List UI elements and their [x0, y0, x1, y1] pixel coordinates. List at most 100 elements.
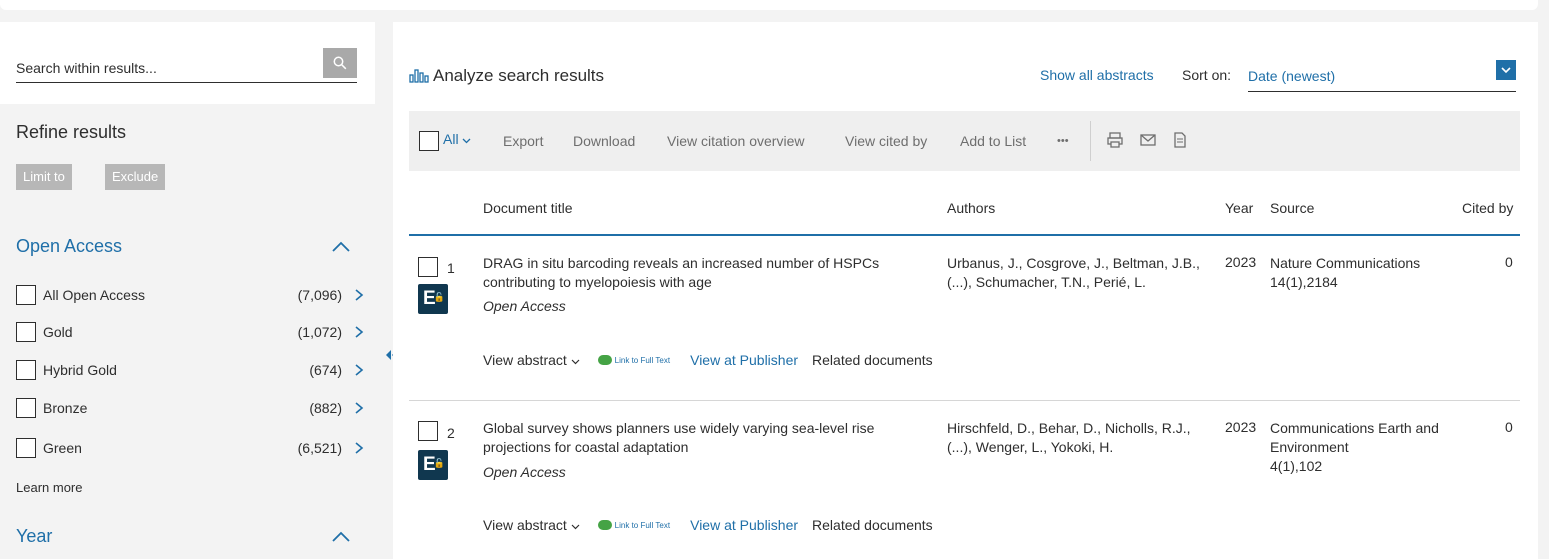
chevron-down-icon [1501, 66, 1511, 73]
full-text-icon [597, 520, 612, 530]
checkbox[interactable] [16, 360, 36, 380]
source-name: Nature Communications [1270, 255, 1421, 271]
facet-count: (882) [309, 400, 342, 416]
checkbox[interactable] [16, 438, 36, 458]
col-document-title[interactable]: Document title [483, 200, 572, 216]
download-button[interactable]: Download [573, 133, 635, 149]
checkbox[interactable] [16, 322, 36, 342]
result-title-link[interactable]: Global survey shows planners use widely … [483, 419, 933, 457]
show-all-abstracts-link[interactable]: Show all abstracts [1040, 67, 1154, 83]
view-abstract-toggle[interactable]: View abstract [483, 352, 580, 368]
row-divider [409, 400, 1520, 401]
link-to-full-text-button[interactable]: Link to Full Text [597, 355, 670, 365]
facet-label: Gold [43, 324, 73, 340]
bar-chart-icon [409, 69, 429, 83]
source-detail: 4(1),102 [1270, 458, 1323, 474]
chevron-down-icon [571, 524, 580, 530]
sort-select[interactable]: Date (newest) [1248, 68, 1516, 92]
source-detail: 14(1),2184 [1270, 274, 1338, 290]
link-to-full-text-button[interactable]: Link to Full Text [597, 520, 670, 530]
result-cited-by[interactable]: 0 [1505, 419, 1513, 435]
chevron-right-icon[interactable] [352, 401, 366, 415]
result-title-link[interactable]: DRAG in situ barcoding reveals an increa… [483, 254, 933, 292]
col-year[interactable]: Year [1225, 200, 1253, 216]
print-icon[interactable] [1106, 131, 1124, 149]
year-facet-title[interactable]: Year [16, 526, 52, 547]
exclude-button[interactable]: Exclude [105, 164, 166, 190]
sort-value: Date (newest) [1248, 68, 1336, 84]
view-abstract-toggle[interactable]: View abstract [483, 517, 580, 533]
search-within-box [0, 22, 375, 104]
result-authors[interactable]: Hirschfeld, D., Behar, D., Nicholls, R.J… [947, 419, 1207, 457]
related-documents-link[interactable]: Related documents [812, 517, 933, 533]
refine-results-title: Refine results [16, 122, 127, 142]
export-button[interactable]: Export [503, 133, 543, 149]
result-source[interactable]: Communications Earth and Environment 4(1… [1270, 419, 1460, 476]
chevron-down-icon [462, 138, 471, 144]
elsevier-open-access-badge: E 🔓 [418, 284, 448, 314]
chevron-up-icon[interactable] [330, 240, 352, 254]
col-source[interactable]: Source [1270, 200, 1314, 216]
facet-item-gold[interactable]: Gold (1,072) [16, 319, 366, 345]
full-text-icon [597, 355, 612, 365]
facet-item-all-open-access[interactable]: All Open Access (7,096) [16, 282, 366, 308]
open-access-label: Open Access [483, 464, 566, 480]
facet-label: Green [43, 440, 82, 456]
analyze-label: Analyze search results [433, 66, 605, 85]
pdf-icon[interactable] [1171, 131, 1189, 149]
search-icon [333, 56, 347, 70]
facet-item-green[interactable]: Green (6,521) [16, 435, 366, 461]
open-access-label: Open Access [483, 298, 566, 314]
col-authors[interactable]: Authors [947, 200, 995, 216]
facet-count: (6,521) [297, 440, 342, 456]
chevron-right-icon[interactable] [352, 325, 366, 339]
chevron-right-icon[interactable] [352, 288, 366, 302]
top-strip [0, 0, 1538, 10]
result-checkbox[interactable] [418, 421, 438, 441]
more-options-button[interactable]: ••• [1057, 135, 1069, 147]
learn-more-link[interactable]: Learn more [16, 480, 82, 495]
add-to-list-button[interactable]: Add to List [960, 133, 1026, 149]
checkbox[interactable] [16, 285, 36, 305]
open-access-facet-title[interactable]: Open Access [16, 236, 122, 257]
col-cited-by[interactable]: Cited by [1462, 200, 1513, 216]
result-cited-by[interactable]: 0 [1505, 254, 1513, 270]
view-cited-by-button[interactable]: View cited by [845, 133, 927, 149]
result-year: 2023 [1225, 254, 1257, 270]
select-all-checkbox[interactable] [419, 131, 439, 151]
toolbar-divider [1090, 121, 1091, 161]
related-documents-link[interactable]: Related documents [812, 352, 933, 368]
chevron-up-icon[interactable] [330, 530, 352, 544]
checkbox[interactable] [16, 398, 36, 418]
results-toolbar: All Export Download View citation overvi… [409, 111, 1520, 171]
search-within-input[interactable] [16, 60, 357, 83]
chevron-right-icon[interactable] [352, 441, 366, 455]
limit-to-button[interactable]: Limit to [16, 164, 72, 190]
facet-item-hybrid-gold[interactable]: Hybrid Gold (674) [16, 357, 366, 383]
email-icon[interactable] [1139, 131, 1157, 149]
facet-label: Bronze [43, 400, 88, 416]
chevron-down-icon [571, 359, 580, 365]
elsevier-open-access-badge: E 🔓 [418, 450, 448, 480]
header-divider [409, 234, 1520, 236]
search-button[interactable] [323, 48, 357, 78]
result-actions: View abstract Link to Full Text View at … [483, 517, 933, 533]
result-source[interactable]: Nature Communications 14(1),2184 [1270, 254, 1460, 292]
sort-dropdown-button[interactable] [1496, 60, 1516, 80]
results-panel: Analyze search results Show all abstract… [393, 22, 1538, 559]
result-number: 2 [447, 425, 455, 441]
facet-label: All Open Access [43, 287, 145, 303]
analyze-search-results-link[interactable]: Analyze search results [409, 66, 604, 86]
source-name: Communications Earth and Environment [1270, 420, 1439, 455]
facet-count: (674) [309, 362, 342, 378]
result-authors[interactable]: Urbanus, J., Cosgrove, J., Beltman, J.B.… [947, 254, 1207, 292]
result-actions: View abstract Link to Full Text View at … [483, 352, 933, 368]
view-at-publisher-link[interactable]: View at Publisher [690, 517, 798, 533]
select-all-dropdown[interactable]: All [443, 131, 471, 147]
view-at-publisher-link[interactable]: View at Publisher [690, 352, 798, 368]
sort-label: Sort on: [1182, 67, 1232, 83]
view-citation-overview-button[interactable]: View citation overview [667, 133, 804, 149]
facet-item-bronze[interactable]: Bronze (882) [16, 395, 366, 421]
chevron-right-icon[interactable] [352, 363, 366, 377]
result-checkbox[interactable] [418, 257, 438, 277]
